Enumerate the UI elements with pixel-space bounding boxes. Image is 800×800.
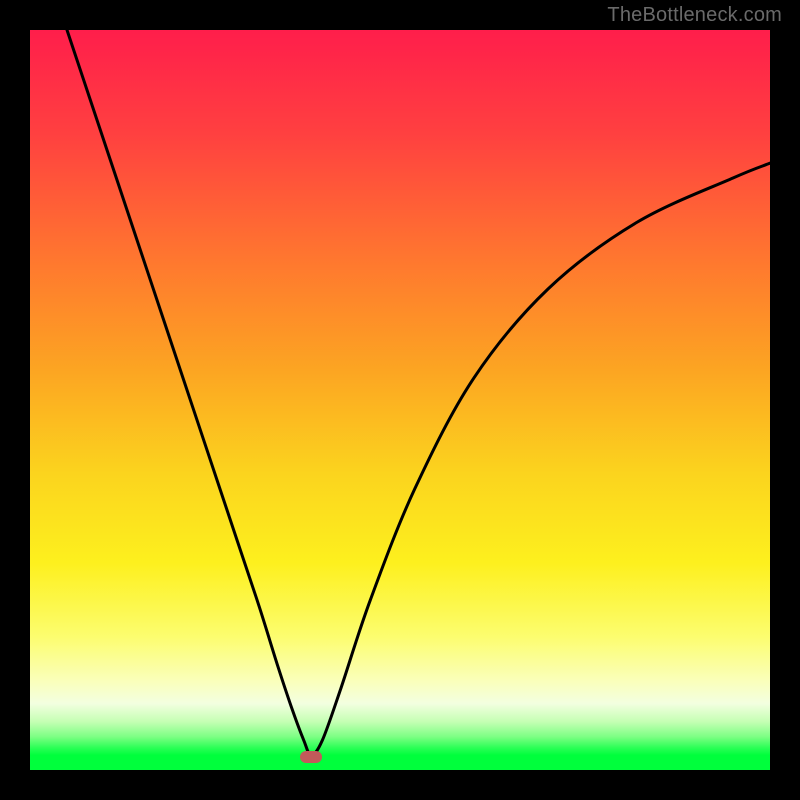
plot-area (30, 30, 770, 770)
bottleneck-curve (67, 30, 770, 755)
minimum-marker (300, 751, 322, 763)
curve-svg (30, 30, 770, 770)
watermark-text: TheBottleneck.com (607, 4, 782, 27)
chart-frame: TheBottleneck.com (0, 0, 800, 800)
